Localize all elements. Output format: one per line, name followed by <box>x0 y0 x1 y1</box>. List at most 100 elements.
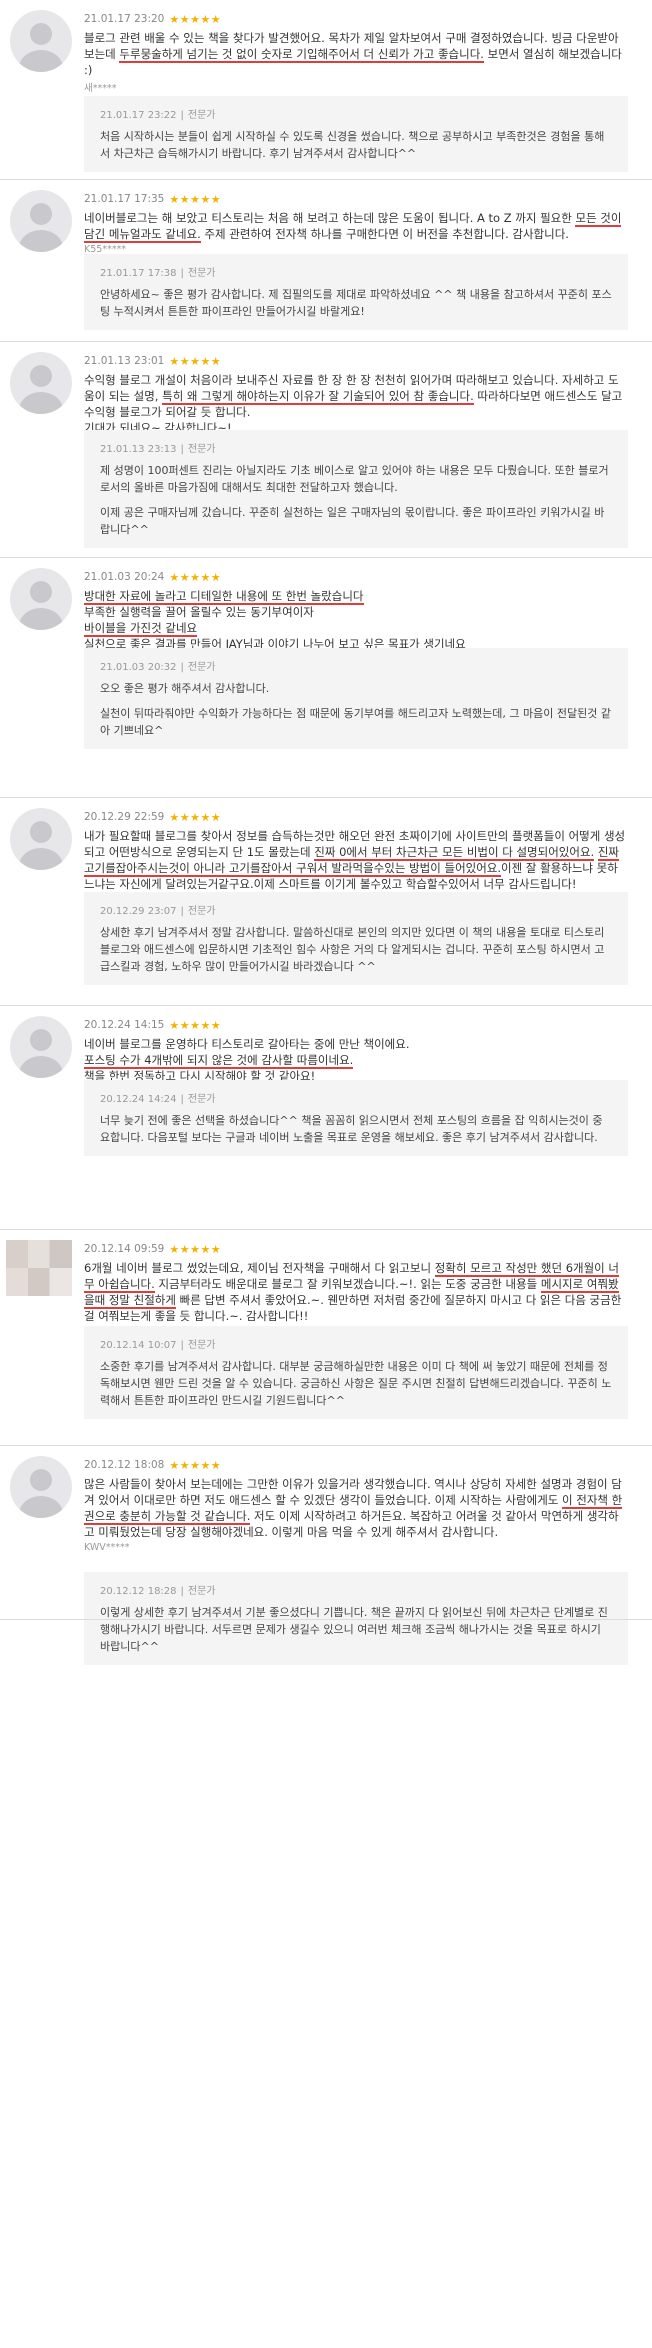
review-paragraph: 블로그 관련 배울 수 있는 책을 찾다가 발견했어요. 목차가 제일 알차보여… <box>84 30 628 78</box>
review-text: 내가 필요할때 블로그를 찾아서 정보를 습득하는것만 해오던 완전 초짜이기에… <box>84 828 628 892</box>
review-paragraph: 바이블을 가진것 같네요 <box>84 620 628 637</box>
rating-stars: ★★★★★ <box>169 354 222 368</box>
review-item: 21.01.17 17:35 ★★★★★ 네이버블로그는 해 보았고 티스토리는 처… <box>0 180 652 342</box>
review-meta: 20.12.29 22:59 ★★★★★ <box>84 810 628 824</box>
reply-meta: 21.01.13 23:13 | 전문가 <box>100 440 612 455</box>
review-date: 21.01.13 23:01 <box>84 355 165 367</box>
reply-paragraph: 이렇게 상세한 후기 남겨주셔서 기분 좋으셨다니 기쁩니다. 책은 끝까지 다… <box>100 1606 608 1653</box>
rating-stars: ★★★★★ <box>169 570 222 584</box>
reply-text: 제 성명이 100퍼센트 진리는 아닐지라도 기초 베이스로 알고 있어야 하는… <box>100 462 612 538</box>
avatar-body-icon <box>19 1496 63 1518</box>
highlighted-text: 포스팅 수가 4개밖에 되지 않은 것에 감사할 따름이네요. <box>84 1053 354 1069</box>
meta-divider: | <box>180 662 184 673</box>
reply-date: 20.12.12 18:28 <box>100 1586 177 1597</box>
avatar <box>6 1240 72 1296</box>
reply-text: 이렇게 상세한 후기 남겨주셔서 기분 좋으셨다니 기쁩니다. 책은 끝까지 다… <box>100 1604 612 1655</box>
avatar-head-icon <box>30 365 52 387</box>
reply-text: 상세한 후기 남겨주셔서 정말 감사합니다. 말씀하신대로 본인의 의지만 있다… <box>100 924 612 975</box>
review-paragraph: 많은 사람들이 찾아서 보는데에는 그만한 이유가 있을거라 생각했습니다. 역… <box>84 1476 628 1540</box>
review-date: 20.12.12 18:08 <box>84 1459 165 1471</box>
review-date: 21.01.17 23:20 <box>84 13 165 25</box>
reply-meta: 21.01.17 17:38 | 전문가 <box>100 264 612 279</box>
highlighted-text: 특히 왜 그렇게 해야하는지 이유가 잘 기술되어 있어 참 좋습니다. <box>162 389 474 405</box>
review-item: 20.12.24 14:15 ★★★★★ 네이버 블로그를 운영하다 티스토리로 갈… <box>0 1006 652 1230</box>
reply-date: 20.12.24 14:24 <box>100 1094 177 1105</box>
avatar <box>10 190 72 252</box>
avatar <box>10 1456 72 1518</box>
avatar-head-icon <box>30 1029 52 1051</box>
seller-reply: 20.12.29 23:07 | 전문가상세한 후기 남겨주셔서 정말 감사합니다.… <box>84 892 628 985</box>
review-meta: 21.01.17 17:35 ★★★★★ <box>84 192 628 206</box>
reply-meta: 20.12.29 23:07 | 전문가 <box>100 902 612 917</box>
reply-text: 안녕하세요~ 좋은 평가 감사합니다. 제 집필의도를 제대로 파악하셨네요 ^… <box>100 286 612 320</box>
divider <box>0 1619 652 1620</box>
reply-meta: 20.12.12 18:28 | 전문가 <box>100 1582 612 1597</box>
review-paragraph: 네이버블로그는 해 보았고 티스토리는 처음 해 보려고 하는데 많은 도움이 … <box>84 210 628 243</box>
avatar-head-icon <box>30 821 52 843</box>
reviewer-id: 새***** <box>84 83 117 94</box>
review-paragraph: 네이버 블로그를 운영하다 티스토리로 갈아타는 중에 만난 책이에요. <box>84 1036 628 1052</box>
review-meta: 20.12.12 18:08 ★★★★★ <box>84 1458 628 1472</box>
seller-reply: 20.12.14 10:07 | 전문가 소중한 후기를 남겨주셔서 감사합니다. 대… <box>84 1326 628 1419</box>
reply-date: 21.01.13 23:13 <box>100 444 177 455</box>
meta-divider: | <box>180 1094 184 1105</box>
review-meta: 20.12.14 09:59 ★★★★★ <box>84 1242 628 1256</box>
avatar <box>10 10 72 72</box>
meta-divider: | <box>180 1340 184 1351</box>
meta-divider: | <box>180 110 184 121</box>
meta-divider: | <box>180 906 184 917</box>
avatar <box>10 1016 72 1078</box>
review-text: 6개월 네이버 블로그 썼었는데요, 제이님 전자책을 구매해서 다 읽고보니 … <box>84 1260 628 1324</box>
avatar-body-icon <box>19 848 63 870</box>
review-text-segment: 주제 관련하여 전자책 하나를 구매한다면 이 버전을 추천합니다. 감사합니다… <box>200 227 569 241</box>
avatar-body-icon <box>19 50 63 72</box>
review-item: 20.12.14 09:59 ★★★★★ 6개월 네이버 블로그 썼었는데요, 제이… <box>0 1230 652 1446</box>
reply-role: 전문가 <box>187 268 216 279</box>
reply-paragraph: 이제 공은 구매자님께 갔습니다. 꾸준히 실천하는 일은 구매자님의 몫이랍니… <box>100 506 605 536</box>
review-list: 21.01.17 23:20 ★★★★★ 블로그 관련 배울 수 있는 책을 찾다가… <box>0 0 652 2348</box>
highlighted-text: 두루뭉술하게 넘기는 것 없이 숫자로 기입해주어서 더 신뢰가 가고 좋습니다… <box>119 47 484 63</box>
reply-paragraph: 안녕하세요~ 좋은 평가 감사합니다. 제 집필의도를 제대로 파악하셨네요 ^… <box>100 288 612 318</box>
meta-divider: | <box>180 444 184 455</box>
review-body: 20.12.12 18:08 ★★★★★ 많은 사람들이 찾아서 보는데에는 그만한… <box>84 1458 628 1553</box>
review-item: 20.12.12 18:08 ★★★★★ 많은 사람들이 찾아서 보는데에는 그만한… <box>0 1446 652 1665</box>
review-item: 21.01.13 23:01 ★★★★★ 수익형 블로그 개설이 처음이라 보내주신… <box>0 342 652 558</box>
seller-reply: 21.01.03 20:32 | 전문가오오 좋은 평가 해주셔서 감사합니다. 실천… <box>84 648 628 749</box>
reply-date: 20.12.29 23:07 <box>100 906 177 917</box>
review-text-segment: 네이버블로그는 해 보았고 티스토리는 처음 해 보려고 하는데 많은 도움이 … <box>84 211 576 225</box>
avatar-image-lower <box>6 1268 72 1296</box>
review-text-segment: 지금부터라도 배운대로 블로그 잘 키워보겠습니다.~!. 읽는 도중 궁금한 … <box>154 1277 541 1291</box>
review-meta: 20.12.24 14:15 ★★★★★ <box>84 1018 628 1032</box>
seller-reply: 21.01.13 23:13 | 전문가제 성명이 100퍼센트 진리는 아닐지라도… <box>84 430 628 548</box>
reply-text: 너무 늦기 전에 좋은 선택을 하셨습니다^^ 책을 꼼꼼히 읽으시면서 전체 … <box>100 1112 612 1146</box>
review-date: 20.12.14 09:59 <box>84 1243 165 1255</box>
review-date: 21.01.17 17:35 <box>84 193 165 205</box>
rating-stars: ★★★★★ <box>169 810 222 824</box>
avatar <box>10 352 72 414</box>
avatar-head-icon <box>30 1469 52 1491</box>
reply-text: 처음 시작하시는 분들이 쉽게 시작하실 수 있도록 신경을 썼습니다. 책으로… <box>100 128 612 162</box>
avatar-body-icon <box>19 230 63 252</box>
reply-paragraph: 처음 시작하시는 분들이 쉽게 시작하실 수 있도록 신경을 썼습니다. 책으로… <box>100 130 605 160</box>
reply-meta: 20.12.14 10:07 | 전문가 <box>100 1336 612 1351</box>
reply-role: 전문가 <box>187 662 216 673</box>
review-paragraph: 수익형 블로그 개설이 처음이라 보내주신 자료를 한 장 한 장 천천히 읽어… <box>84 372 628 420</box>
reply-meta: 21.01.03 20:32 | 전문가 <box>100 658 612 673</box>
review-item: 21.01.17 23:20 ★★★★★ 블로그 관련 배울 수 있는 책을 찾다가… <box>0 0 652 180</box>
meta-divider: | <box>180 268 184 279</box>
reviewer-id: KWV***** <box>84 1542 130 1553</box>
reply-text: 오오 좋은 평가 해주셔서 감사합니다. 실천이 뒤따라줘야만 수익화가 가능하다… <box>100 680 612 739</box>
review-meta: 21.01.13 23:01 ★★★★★ <box>84 354 628 368</box>
reply-paragraph: 너무 늦기 전에 좋은 선택을 하셨습니다^^ 책을 꼼꼼히 읽으시면서 전체 … <box>100 1114 603 1144</box>
rating-stars: ★★★★★ <box>169 12 222 26</box>
reply-role: 전문가 <box>187 110 216 121</box>
review-body: 21.01.17 23:20 ★★★★★ 블로그 관련 배울 수 있는 책을 찾다가… <box>84 12 628 95</box>
seller-reply: 21.01.17 17:38 | 전문가안녕하세요~ 좋은 평가 감사합니다. 제 … <box>84 254 628 330</box>
review-date: 20.12.29 22:59 <box>84 811 165 823</box>
review-text: 네이버블로그는 해 보았고 티스토리는 처음 해 보려고 하는데 많은 도움이 … <box>84 210 628 243</box>
review-meta: 21.01.17 23:20 ★★★★★ <box>84 12 628 26</box>
review-paragraph: 내가 필요할때 블로그를 찾아서 정보를 습득하는것만 해오던 완전 초짜이기에… <box>84 828 628 892</box>
avatar-body-icon <box>19 1056 63 1078</box>
review-text-segment: 6개월 네이버 블로그 썼었는데요, 제이님 전자책을 구매해서 다 읽고보니 <box>84 1261 435 1275</box>
review-text-segment: 부족한 실행력을 끌어 올릴수 있는 동기부여이자 <box>84 605 314 619</box>
